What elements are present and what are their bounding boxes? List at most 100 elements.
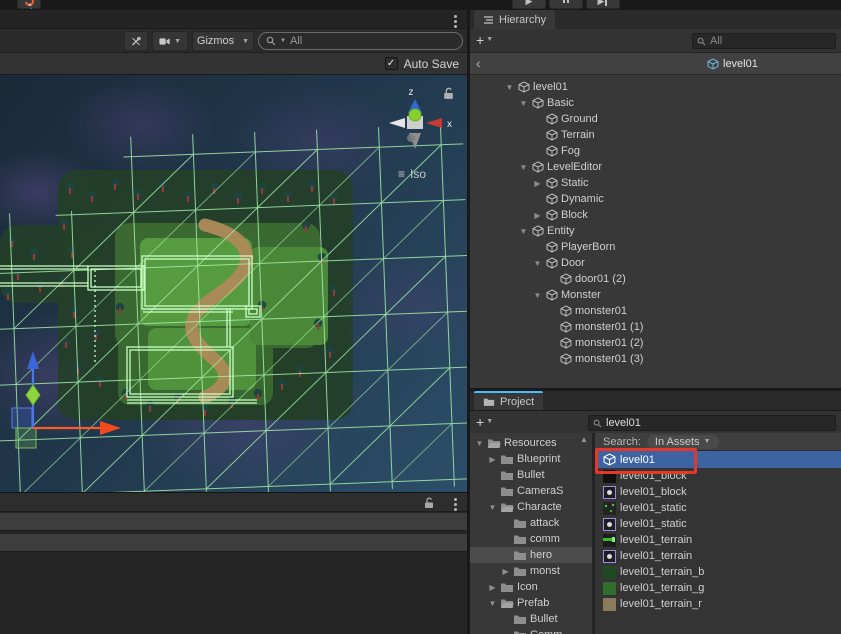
play-button[interactable]: ▶ bbox=[512, 0, 546, 9]
tree-item-label: Ground bbox=[561, 113, 598, 125]
result-item[interactable]: level01_terrain bbox=[595, 548, 841, 564]
project-content: ▼Resources▶BlueprintBulletCameraS▼Charac… bbox=[470, 433, 841, 634]
foldout-arrow[interactable]: ▼ bbox=[475, 439, 484, 448]
tree-item-label: Terrain bbox=[561, 129, 595, 141]
folder-item[interactable]: ▼Resources bbox=[470, 435, 592, 451]
result-item[interactable]: level01_terrain bbox=[595, 532, 841, 548]
step-button[interactable]: ▶ bbox=[586, 0, 620, 9]
folder-label: Blueprint bbox=[517, 453, 560, 465]
project-tab-bar: Project bbox=[470, 391, 841, 411]
tab-project[interactable]: Project bbox=[474, 391, 543, 410]
tree-item[interactable]: PlayerBorn bbox=[494, 239, 841, 255]
foldout-arrow[interactable]: ▼ bbox=[518, 227, 529, 236]
tree-item[interactable]: Dynamic bbox=[494, 191, 841, 207]
tree-item[interactable]: ▶Static bbox=[494, 175, 841, 191]
create-button[interactable]: +▼ bbox=[476, 33, 493, 47]
tree-item[interactable]: monster01 (1) bbox=[494, 319, 841, 335]
foldout-arrow[interactable]: ▼ bbox=[532, 259, 543, 268]
tree-item[interactable]: ▶Block bbox=[494, 207, 841, 223]
panel-row[interactable] bbox=[0, 534, 467, 552]
prefab-cube-icon bbox=[707, 58, 719, 70]
tree-item-label: monster01 (2) bbox=[575, 337, 643, 349]
folder-item[interactable]: CameraS bbox=[470, 483, 592, 499]
result-item[interactable]: level01_terrain_r bbox=[595, 596, 841, 612]
breadcrumb-current[interactable]: level01 bbox=[707, 53, 758, 75]
tree-item[interactable]: Fog bbox=[494, 143, 841, 159]
gameobject-cube-icon bbox=[532, 225, 544, 237]
folder-item[interactable]: ▼Characte bbox=[470, 499, 592, 515]
tree-item[interactable]: ▼Door bbox=[494, 255, 841, 271]
tree-item-label: Fog bbox=[561, 145, 580, 157]
folder-item[interactable]: ▼Prefab bbox=[470, 595, 592, 611]
scroll-up-icon[interactable]: ▲ bbox=[580, 435, 588, 444]
result-item[interactable]: level01_block bbox=[595, 468, 841, 484]
tree-item[interactable]: Terrain bbox=[494, 127, 841, 143]
folder-item[interactable]: ▶Icon bbox=[470, 579, 592, 595]
result-item[interactable]: level01 bbox=[595, 451, 841, 468]
result-item[interactable]: level01_terrain_g bbox=[595, 580, 841, 596]
tree-item[interactable]: ▼Basic bbox=[494, 95, 841, 111]
panel-menu-icon[interactable] bbox=[454, 498, 457, 511]
foldout-arrow[interactable]: ▼ bbox=[488, 503, 497, 512]
scene-tools-button[interactable] bbox=[124, 31, 148, 51]
result-item[interactable]: level01_terrain_b bbox=[595, 564, 841, 580]
sprite-icon bbox=[603, 550, 616, 563]
hierarchy-search-input[interactable]: All bbox=[692, 33, 836, 49]
tree-item[interactable]: ▼Entity bbox=[494, 223, 841, 239]
tab-hierarchy[interactable]: Hierarchy bbox=[474, 10, 555, 29]
folder-item[interactable]: Bullet bbox=[470, 611, 592, 627]
tree-item-label: Monster bbox=[561, 289, 601, 301]
foldout-arrow[interactable]: ▶ bbox=[488, 583, 497, 592]
foldout-arrow[interactable]: ▼ bbox=[488, 599, 497, 608]
snap-tool-button[interactable]: +. bbox=[17, 0, 41, 9]
right-dock: Hierarchy +▼ All ‹ level01 ▼level01▼Basi… bbox=[470, 10, 841, 634]
result-item[interactable]: level01_static bbox=[595, 516, 841, 532]
scene-search-input[interactable]: ▼ All bbox=[258, 32, 463, 50]
gameobject-cube-icon bbox=[560, 305, 572, 317]
foldout-arrow[interactable]: ▶ bbox=[532, 179, 543, 188]
foldout-arrow[interactable]: ▼ bbox=[504, 83, 515, 92]
tree-item[interactable]: monster01 bbox=[494, 303, 841, 319]
foldout-arrow[interactable]: ▶ bbox=[501, 567, 510, 576]
tree-item[interactable]: monster01 (3) bbox=[494, 351, 841, 367]
svg-text:x: x bbox=[447, 119, 452, 130]
result-item[interactable]: level01_block bbox=[595, 484, 841, 500]
foldout-arrow[interactable]: ▼ bbox=[532, 291, 543, 300]
panel-row[interactable] bbox=[0, 513, 467, 531]
folder-item[interactable]: hero bbox=[470, 547, 592, 563]
autosave-checkbox[interactable]: ✓ bbox=[385, 57, 398, 70]
gizmos-dropdown[interactable]: Gizmos ▼ bbox=[192, 31, 254, 51]
prefab-cube-icon bbox=[603, 453, 616, 466]
foldout-arrow[interactable]: ▶ bbox=[488, 455, 497, 464]
folder-icon bbox=[500, 454, 514, 465]
result-item[interactable]: level01_static bbox=[595, 500, 841, 516]
tree-item[interactable]: Ground bbox=[494, 111, 841, 127]
foldout-arrow[interactable]: ▼ bbox=[518, 99, 529, 108]
back-chevron[interactable]: ‹ bbox=[476, 55, 481, 71]
foldout-arrow[interactable]: ▼ bbox=[518, 163, 529, 172]
folder-item[interactable]: comm bbox=[470, 531, 592, 547]
foldout-arrow[interactable]: ▶ bbox=[532, 211, 543, 220]
search-icon bbox=[697, 37, 706, 46]
folder-item[interactable]: Bullet bbox=[470, 467, 592, 483]
scene-camera-button[interactable]: ▼ bbox=[152, 31, 188, 51]
scene-viewport[interactable]: ≡ Iso zx bbox=[0, 75, 467, 492]
tree-item[interactable]: ▼ Monster bbox=[494, 287, 841, 303]
folder-item[interactable]: ▶ Blueprint bbox=[470, 451, 592, 467]
tree-item[interactable]: door01 (2) bbox=[494, 271, 841, 287]
scene-menu-icon[interactable] bbox=[454, 15, 457, 28]
create-asset-button[interactable]: +▼ bbox=[476, 415, 493, 429]
folder-item[interactable]: Comm bbox=[470, 627, 592, 634]
project-search-input[interactable]: level01 bbox=[588, 415, 836, 431]
lock-icon[interactable] bbox=[423, 497, 435, 509]
folder-item[interactable]: attack bbox=[470, 515, 592, 531]
tree-item[interactable]: monster01 (2) bbox=[494, 335, 841, 351]
prefab-autosave-bar: ✓ Auto Save bbox=[0, 53, 467, 75]
folder-item[interactable]: ▶monst bbox=[470, 563, 592, 579]
gameobject-cube-icon bbox=[546, 289, 558, 301]
pause-button[interactable] bbox=[549, 0, 583, 9]
tree-item[interactable]: ▼level01 bbox=[494, 79, 841, 95]
tree-item[interactable]: ▼LevelEditor bbox=[494, 159, 841, 175]
search-scope-dropdown[interactable]: In Assets ▼ bbox=[647, 435, 719, 449]
create-dropdown-arrow: ▼ bbox=[486, 33, 493, 47]
